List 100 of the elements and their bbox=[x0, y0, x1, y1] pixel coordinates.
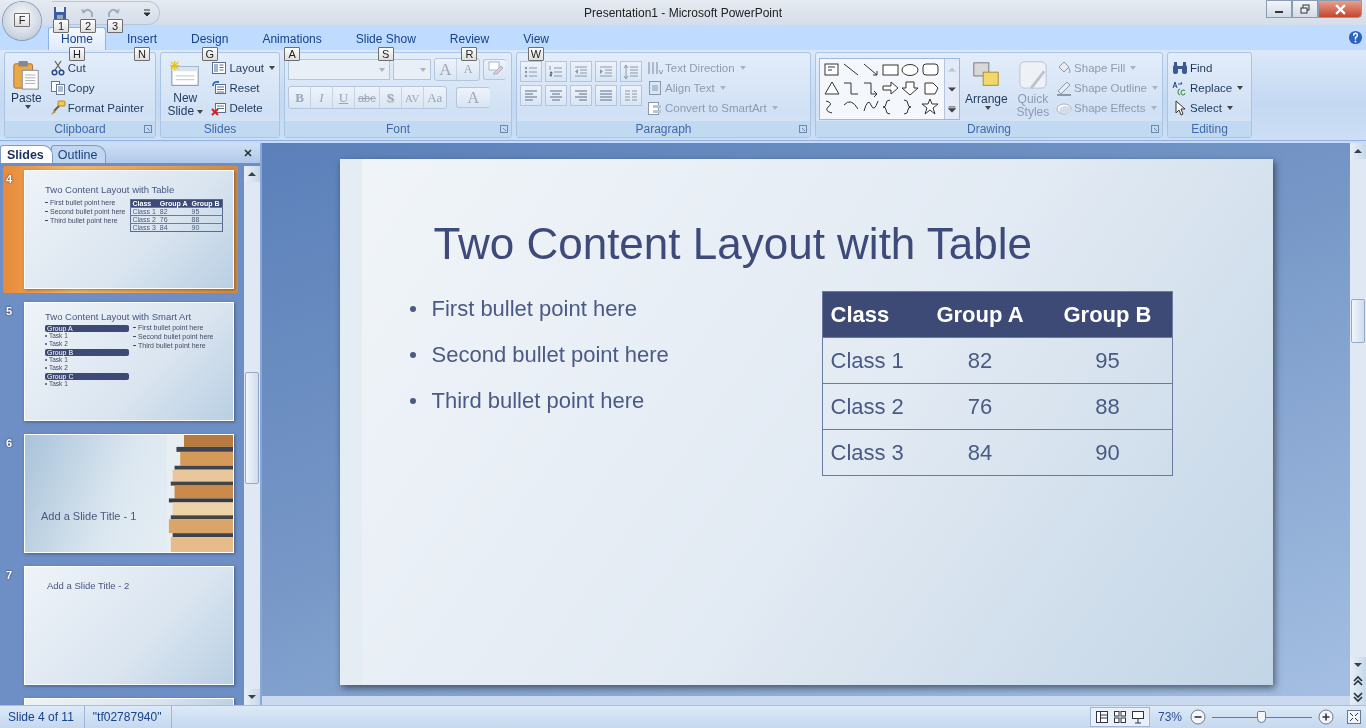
table-header: Group B bbox=[1043, 291, 1172, 338]
ribbon-command[interactable]: Copy bbox=[48, 78, 145, 98]
caret-icon bbox=[1152, 86, 1158, 90]
zoom-slider[interactable] bbox=[1212, 709, 1312, 725]
slide-sorter-icon[interactable] bbox=[1111, 709, 1128, 725]
slide-title: Two Content Layout with Table bbox=[45, 184, 176, 195]
slide-number: 6 bbox=[6, 436, 14, 451]
caret-icon bbox=[420, 67, 426, 72]
ribbon-command[interactable]: Layout bbox=[210, 58, 276, 78]
keytip-tooltip: W bbox=[527, 47, 545, 61]
copy-icon bbox=[49, 80, 66, 96]
caret-icon bbox=[197, 109, 204, 114]
keytip-tooltip: 2 bbox=[80, 18, 96, 33]
thumbnail-item[interactable]: 7 Add a Slide Title - 2 bbox=[3, 562, 238, 689]
slide-number: 4 bbox=[6, 172, 14, 187]
ribbon-command[interactable]: Format Painter bbox=[48, 98, 145, 118]
replace-icon bbox=[1172, 80, 1188, 96]
save-icon[interactable] bbox=[52, 4, 68, 21]
minimize-button[interactable] bbox=[1266, 0, 1292, 18]
zoom-in-icon[interactable] bbox=[1318, 709, 1334, 725]
keytip-tooltip: F bbox=[14, 13, 30, 27]
bullet-icon bbox=[409, 352, 416, 358]
help-icon[interactable] bbox=[1348, 30, 1363, 45]
bullet-icon bbox=[409, 306, 416, 312]
close-button[interactable] bbox=[1318, 0, 1362, 18]
ribbon-tab[interactable]: View bbox=[510, 27, 562, 50]
scroll-down-icon[interactable] bbox=[244, 689, 260, 705]
more-icon[interactable] bbox=[948, 105, 956, 113]
scroll-up-icon[interactable] bbox=[244, 166, 260, 182]
table-cell: 90 bbox=[1043, 429, 1172, 476]
paste-button[interactable]: Paste bbox=[8, 58, 45, 111]
zoom-level[interactable]: 73% bbox=[1157, 710, 1182, 724]
table-header: Class bbox=[822, 291, 917, 338]
scrollbar[interactable] bbox=[244, 166, 260, 705]
keytip-tooltip: 3 bbox=[107, 18, 123, 33]
numbering-icon bbox=[548, 63, 564, 80]
ribbon-command[interactable]: Delete bbox=[210, 98, 276, 118]
minimize-icon bbox=[1275, 11, 1283, 13]
slide-title: Add a Slide Title - 2 bbox=[46, 580, 131, 591]
paint-bucket-icon bbox=[1056, 60, 1073, 76]
table-cell: Class 2 bbox=[822, 383, 917, 430]
dialog-launcher-icon[interactable] bbox=[1151, 125, 1159, 133]
text-direction-icon bbox=[647, 60, 663, 76]
caret-icon bbox=[739, 66, 746, 70]
thumbnail-item[interactable]: 6 Add a Slide Title - 1 bbox=[3, 430, 238, 557]
align-left-icon bbox=[523, 87, 539, 104]
slideshow-icon[interactable] bbox=[1129, 709, 1146, 725]
ribbon-command[interactable]: Replace bbox=[1171, 78, 1245, 98]
ribbon-command[interactable]: Find bbox=[1171, 58, 1245, 78]
ribbon-tab[interactable]: Review bbox=[436, 27, 503, 50]
slide-number: 7 bbox=[6, 568, 14, 583]
spacing-icon bbox=[623, 63, 639, 80]
binoculars-icon bbox=[1172, 60, 1188, 76]
new-slide-button[interactable]: New Slide bbox=[164, 58, 207, 120]
next-slide-icon[interactable] bbox=[1350, 689, 1366, 705]
scrollbar[interactable] bbox=[1350, 143, 1366, 705]
slide-title: Add a Slide Title - 1 bbox=[41, 510, 137, 522]
pane-tab[interactable]: Outline bbox=[50, 145, 107, 163]
caret-icon bbox=[719, 86, 726, 90]
slide-title: Two Content Layout with Table bbox=[433, 218, 1033, 270]
ribbon-command[interactable]: Reset bbox=[210, 78, 276, 98]
scroll-down-icon[interactable] bbox=[1350, 657, 1366, 673]
ribbon-tab[interactable]: Design bbox=[178, 27, 242, 50]
group-label: Font bbox=[386, 122, 410, 136]
caret-icon bbox=[1130, 66, 1137, 70]
keytip-tooltip: H bbox=[69, 47, 85, 61]
customize-icon[interactable] bbox=[143, 8, 151, 17]
align-right-icon bbox=[573, 87, 589, 104]
align-center-icon bbox=[548, 87, 564, 104]
slider-thumb[interactable] bbox=[1257, 711, 1266, 723]
normal-view-icon[interactable] bbox=[1093, 709, 1110, 725]
effects-icon bbox=[1056, 100, 1073, 116]
cursor-icon bbox=[1172, 100, 1188, 116]
keytip-tooltip: N bbox=[134, 47, 150, 61]
scroll-thumb[interactable] bbox=[1351, 299, 1365, 343]
fit-to-window-icon[interactable] bbox=[1346, 709, 1362, 725]
slide-title: Two Content Layout with Smart Art bbox=[45, 311, 193, 322]
table-cell: 84 bbox=[916, 429, 1044, 476]
caret-icon bbox=[771, 106, 778, 110]
pen-icon bbox=[1056, 80, 1073, 96]
ribbon-command[interactable]: Cut bbox=[48, 58, 145, 78]
close-icon[interactable] bbox=[244, 149, 252, 157]
scissors-icon bbox=[49, 60, 66, 76]
zoom-out-icon[interactable] bbox=[1190, 709, 1206, 725]
ribbon-tab[interactable]: Slide Show bbox=[342, 27, 429, 50]
align-text-icon bbox=[647, 80, 663, 96]
scroll-up-icon[interactable] bbox=[1350, 143, 1366, 159]
maximize-button[interactable] bbox=[1292, 0, 1318, 18]
slide-counter: Slide 4 of 11 bbox=[0, 706, 85, 728]
group-label: Clipboard bbox=[54, 122, 106, 136]
shapes-gallery[interactable] bbox=[819, 58, 960, 120]
scroll-down-icon[interactable] bbox=[948, 85, 956, 93]
ribbon-command[interactable]: Select bbox=[1171, 98, 1245, 118]
table-cell: 82 bbox=[916, 337, 1044, 384]
pane-tab[interactable]: Slides bbox=[0, 145, 53, 163]
arrange-button[interactable]: Arrange bbox=[962, 58, 1011, 112]
ribbon-tab[interactable]: Animations bbox=[249, 27, 335, 50]
caret-icon bbox=[24, 105, 31, 109]
scroll-thumb[interactable] bbox=[245, 372, 259, 484]
dialog-launcher-icon[interactable] bbox=[144, 125, 152, 133]
